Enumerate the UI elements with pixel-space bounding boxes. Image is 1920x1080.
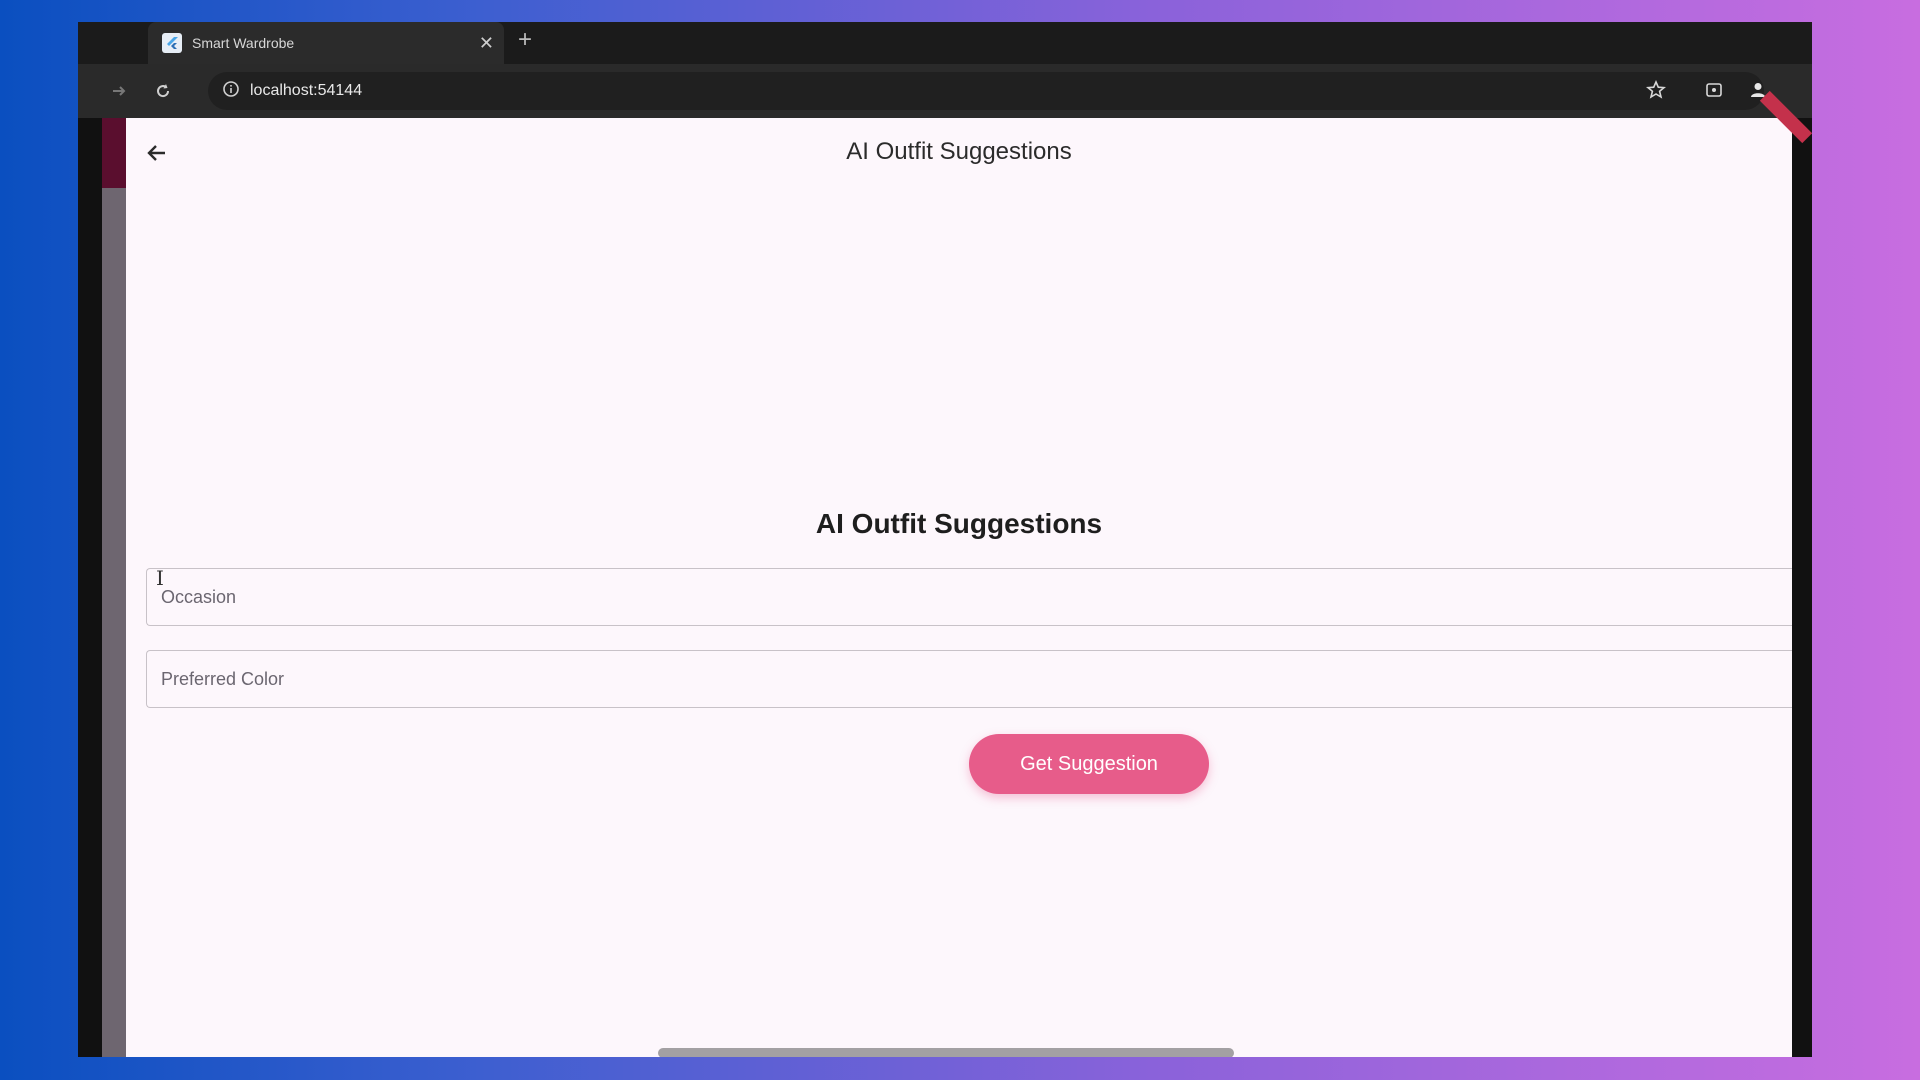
side-panel-header: [102, 118, 126, 188]
browser-tab[interactable]: Smart Wardrobe ✕: [148, 22, 504, 64]
reload-icon[interactable]: [150, 78, 176, 104]
side-panel: [102, 118, 126, 1057]
section-heading: AI Outfit Suggestions: [815, 508, 1103, 539]
new-tab-icon[interactable]: +: [518, 28, 532, 52]
get-suggestion-button[interactable]: Get Suggestion: [969, 734, 1209, 794]
address-bar[interactable]: localhost:54144: [208, 72, 1764, 110]
occasion-field[interactable]: [146, 568, 1792, 626]
horizontal-scrollbar[interactable]: [658, 1048, 1234, 1057]
browser-window: Smart Wardrobe ✕ + localhost:54144 AI Ou…: [78, 22, 1812, 1057]
app-viewport: AI Outfit Suggestions AI Outfit Suggesti…: [126, 90, 1812, 1057]
app-bar: AI Outfit Suggestions: [126, 90, 1812, 188]
forward-icon[interactable]: [106, 78, 132, 104]
occasion-input[interactable]: [161, 586, 1792, 608]
close-tab-icon[interactable]: ✕: [479, 34, 494, 52]
preferred-color-input[interactable]: [161, 668, 1792, 690]
flutter-favicon-icon: [162, 33, 182, 53]
page-title: AI Outfit Suggestions: [846, 138, 1072, 165]
preferred-color-field[interactable]: [146, 650, 1792, 708]
text-cursor-icon: I: [156, 566, 164, 590]
tab-title: Smart Wardrobe: [192, 35, 295, 51]
site-info-icon[interactable]: [222, 80, 240, 103]
browser-toolbar: localhost:54144: [78, 64, 1812, 118]
bookmark-star-icon[interactable]: [1642, 76, 1670, 104]
tab-strip: Smart Wardrobe ✕ +: [78, 22, 1812, 64]
url-text: localhost:54144: [250, 82, 363, 99]
extensions-icon[interactable]: [1700, 76, 1728, 104]
